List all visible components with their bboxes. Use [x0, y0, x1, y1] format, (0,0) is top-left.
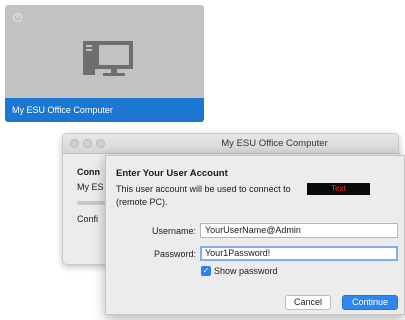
password-field[interactable]: Your1Password!	[200, 246, 398, 261]
password-label: Password:	[153, 249, 196, 259]
show-password-checkbox[interactable]: ✓	[201, 266, 211, 276]
sheet-description-suffix: (remote PC).	[116, 197, 168, 207]
user-account-sheet: Enter Your User Account This user accoun…	[105, 155, 405, 315]
computer-tile[interactable]: × My ESU Office Computer	[5, 5, 204, 122]
window-title: My ESU Office Computer	[221, 138, 328, 149]
config-text: Confi	[77, 214, 99, 224]
sheet-description: This user account will be used to connec…	[116, 184, 291, 194]
continue-button[interactable]: Continue	[342, 295, 398, 310]
username-label: Username:	[151, 226, 196, 236]
connecting-text: My ES	[77, 182, 104, 192]
computer-name-label: My ESU Office Computer	[5, 98, 204, 122]
desktop-computer-icon	[83, 41, 133, 76]
connecting-heading: Conn	[77, 167, 100, 177]
close-icon[interactable]: ×	[13, 13, 22, 22]
cancel-button[interactable]: Cancel	[285, 295, 331, 310]
sheet-title: Enter Your User Account	[116, 168, 228, 179]
progress-bar	[77, 201, 105, 205]
window-titlebar: My ESU Office Computer	[63, 134, 398, 154]
show-password-label[interactable]: Show password	[214, 266, 278, 276]
username-field[interactable]: YourUserName@Admin	[200, 223, 398, 238]
redacted-computer-name: Text	[307, 183, 370, 195]
